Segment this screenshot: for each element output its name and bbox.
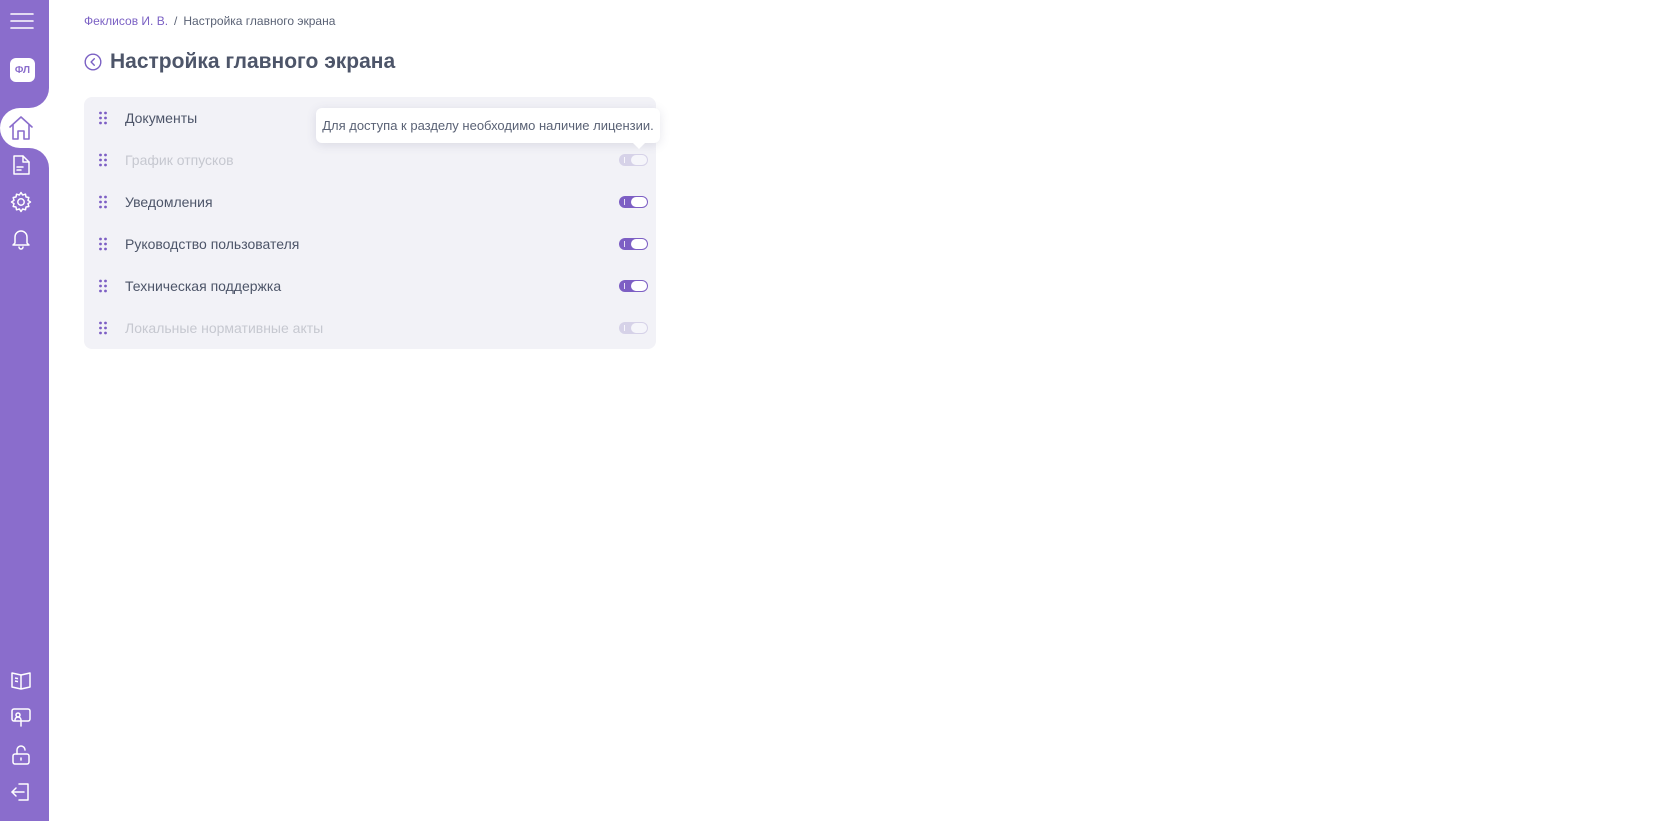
toggle-mark	[624, 199, 625, 205]
license-tooltip: Для доступа к разделу необходимо наличие…	[316, 108, 660, 149]
section-row-user-guide: Руководство пользователя	[84, 223, 656, 265]
logout-icon[interactable]	[8, 779, 34, 805]
app-root: ФЛ Феклисов И. В. / Настройка главного э…	[0, 0, 1680, 821]
active-tab-curve-top	[29, 88, 49, 108]
breadcrumb-current: Настройка главного экрана	[183, 14, 336, 28]
menu-icon[interactable]	[8, 8, 36, 34]
section-label: Техническая поддержка	[125, 278, 282, 294]
drag-handle-icon[interactable]	[98, 153, 108, 167]
section-row-vacation-schedule: График отпусков	[84, 139, 656, 181]
section-toggle[interactable]	[619, 196, 648, 208]
book-icon[interactable]	[8, 667, 34, 693]
toggle-mark	[624, 325, 625, 331]
section-toggle[interactable]	[619, 154, 648, 166]
drag-handle-icon[interactable]	[98, 111, 108, 125]
section-label: Документы	[125, 110, 198, 126]
toggle-knob	[631, 197, 647, 207]
tooltip-text: Для доступа к разделу необходимо наличие…	[322, 118, 654, 133]
section-row-notifications: Уведомления	[84, 181, 656, 223]
section-label: Уведомления	[125, 194, 213, 210]
section-toggle[interactable]	[619, 238, 648, 250]
section-row-local-acts: Локальные нормативные акты	[84, 307, 656, 349]
breadcrumb-parent-link[interactable]: Феклисов И. В.	[84, 14, 168, 28]
toggle-knob	[631, 239, 647, 249]
gear-icon[interactable]	[8, 189, 34, 215]
section-label: Локальные нормативные акты	[125, 320, 324, 336]
drag-handle-icon[interactable]	[98, 237, 108, 251]
toggle-knob	[631, 281, 647, 291]
toggle-mark	[624, 241, 625, 247]
section-label: Руководство пользователя	[125, 236, 300, 252]
drag-handle-icon[interactable]	[98, 195, 108, 209]
section-label: График отпусков	[125, 152, 234, 168]
toggle-knob	[631, 155, 647, 165]
drag-handle-icon[interactable]	[98, 279, 108, 293]
home-icon[interactable]	[7, 114, 35, 142]
sidebar: ФЛ	[0, 0, 49, 821]
drag-handle-icon[interactable]	[98, 321, 108, 335]
toggle-mark	[624, 157, 625, 163]
avatar[interactable]: ФЛ	[10, 58, 35, 82]
presentation-icon[interactable]	[8, 704, 34, 730]
section-toggle[interactable]	[619, 322, 648, 334]
section-toggle[interactable]	[619, 280, 648, 292]
breadcrumb-separator: /	[174, 14, 178, 28]
page-title: Настройка главного экрана	[110, 50, 396, 73]
toggle-mark	[624, 283, 625, 289]
document-icon[interactable]	[8, 152, 34, 178]
breadcrumb: Феклисов И. В. / Настройка главного экра…	[84, 14, 335, 28]
bell-icon[interactable]	[8, 226, 34, 252]
toggle-knob	[631, 323, 647, 333]
title-row: Настройка главного экрана	[84, 50, 395, 74]
back-icon[interactable]	[84, 53, 102, 71]
lock-open-icon[interactable]	[8, 742, 34, 768]
section-row-tech-support: Техническая поддержка	[84, 265, 656, 307]
